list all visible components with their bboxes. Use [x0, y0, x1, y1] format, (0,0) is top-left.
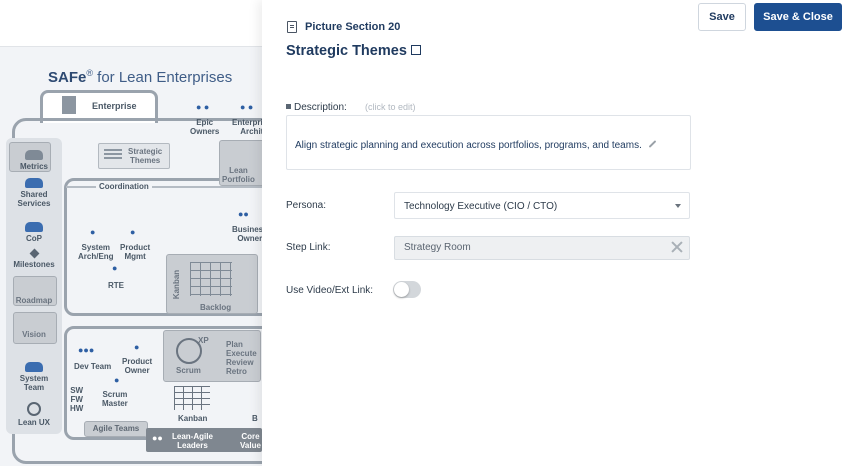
diagram-title: SAFe® for Lean Enterprises [48, 68, 232, 86]
product-mgmt-icon: ● [130, 227, 136, 237]
product-mgmt-label: Product Mgmt [120, 243, 151, 261]
agile-teams-label[interactable]: Agile Teams [84, 421, 148, 437]
page-title-text: Strategic Themes [286, 43, 407, 59]
team-kanban-icon [174, 386, 210, 410]
diagram-title-rest: for Lean Enterprises [92, 69, 233, 86]
core-values-label: Core Value [240, 432, 261, 450]
coordination-label: Coordination [96, 182, 152, 191]
backlog-label: Backlog [200, 303, 232, 312]
kanban-board-icon [190, 262, 232, 296]
rte-label: RTE [108, 281, 124, 290]
business-owners-label: Business Owner [232, 225, 262, 243]
b-cut-label: B [252, 414, 258, 423]
system-arch-label: System Arch/Eng [78, 243, 114, 261]
cloud-icon [25, 150, 43, 160]
kanban-vertical-label: Kanban [172, 269, 182, 300]
list-icon [104, 149, 122, 161]
lean-portfolio-label: Lean Portfolio [222, 166, 255, 184]
section-label: Picture Section 20 [305, 21, 401, 33]
sidebar-item-shared-services[interactable]: Shared Services [6, 178, 62, 208]
system-arch-icon: ● [90, 227, 96, 237]
dev-team-icon: ●●● [78, 345, 95, 355]
persona-label: Persona: [286, 200, 327, 211]
enterprise-building-icon [62, 96, 76, 114]
diagram-divider [0, 46, 262, 47]
save-button[interactable]: Save [698, 3, 746, 31]
diagram-title-mark: ® [86, 68, 93, 78]
description-text: Align strategic planning and execution a… [295, 140, 657, 151]
strategic-themes-label: Strategic Themes [128, 147, 163, 165]
persona-select[interactable]: Technology Executive (CIO / CTO) [394, 192, 690, 219]
checkbox-icon[interactable] [410, 45, 421, 55]
persona-value: Technology Executive (CIO / CTO) [404, 201, 558, 212]
lean-agile-leaders-label: Lean-Agile Leaders [172, 432, 213, 450]
diagram-title-brand: SAFe [48, 69, 87, 86]
edit-section-panel: Picture Section 20 Save Save & Close Str… [262, 0, 846, 466]
epic-owners-icon: ● ● [196, 102, 210, 112]
sidebar-item-milestones[interactable]: Milestones [6, 248, 62, 269]
people-icon [25, 178, 43, 188]
chevron-down-icon [675, 204, 681, 208]
click-to-edit-hint[interactable]: (click to edit) [365, 102, 416, 112]
enterprise-architect-label: Enterprise Archit [232, 118, 262, 136]
video-link-toggle[interactable] [393, 281, 421, 298]
product-owner-label: Product Owner [122, 357, 153, 375]
description-field[interactable]: Align strategic planning and execution a… [286, 115, 691, 170]
scrum-label: Scrum [176, 366, 201, 375]
step-link-field[interactable]: Strategy Room [394, 236, 690, 260]
vision-box[interactable] [13, 312, 57, 344]
clipboard-icon [287, 21, 297, 33]
sidebar-item-lean-ux[interactable]: Lean UX [6, 402, 62, 427]
description-label: Description: [286, 102, 347, 113]
step-link-value: Strategy Room [404, 242, 471, 253]
enterprise-architect-icon: ● ● [240, 102, 254, 112]
sidebar-item-cop[interactable]: CoP [6, 222, 62, 243]
sidebar-item-vision[interactable]: Vision [6, 330, 62, 339]
enterprise-label: Enterprise [92, 101, 137, 111]
pencil-icon[interactable] [648, 140, 657, 148]
xp-label: XP [198, 336, 209, 345]
leaders-people-icon: ●● [152, 433, 163, 443]
scrum-steps-label: Plan Execute Review Retro [226, 340, 257, 376]
sidebar-item-metrics[interactable]: Metrics [6, 150, 62, 171]
scrum-master-label: Scrum Master [102, 390, 128, 408]
rte-icon: ● [112, 263, 118, 273]
business-owners-icon: ●● [238, 209, 249, 219]
toggle-knob [394, 282, 409, 297]
epic-owners-label: Epic Owners [190, 118, 220, 136]
sidebar-item-roadmap[interactable]: Roadmap [6, 296, 62, 305]
dev-team-label: Dev Team [74, 362, 112, 371]
people-icon [25, 222, 43, 232]
diagram-top-strip [0, 0, 262, 46]
cycle-icon [27, 402, 41, 416]
square-bullet-icon [286, 104, 291, 109]
page-title: Strategic Themes [286, 43, 421, 59]
safe-diagram-background: SAFe® for Lean Enterprises Enterprise Me… [0, 0, 262, 466]
step-link-label: Step Link: [286, 242, 331, 253]
scrum-master-icon: ● [114, 375, 120, 385]
sidebar-item-system-team[interactable]: System Team [6, 362, 62, 392]
video-link-label: Use Video/Ext Link: [286, 285, 374, 296]
diamond-icon [29, 248, 39, 259]
product-owner-icon: ● [134, 342, 140, 352]
sw-fw-hw-label: SW FW HW [70, 386, 84, 413]
clear-icon[interactable] [671, 241, 683, 253]
people-icon [25, 362, 43, 372]
save-and-close-button[interactable]: Save & Close [754, 3, 842, 31]
team-kanban-label: Kanban [178, 414, 208, 423]
